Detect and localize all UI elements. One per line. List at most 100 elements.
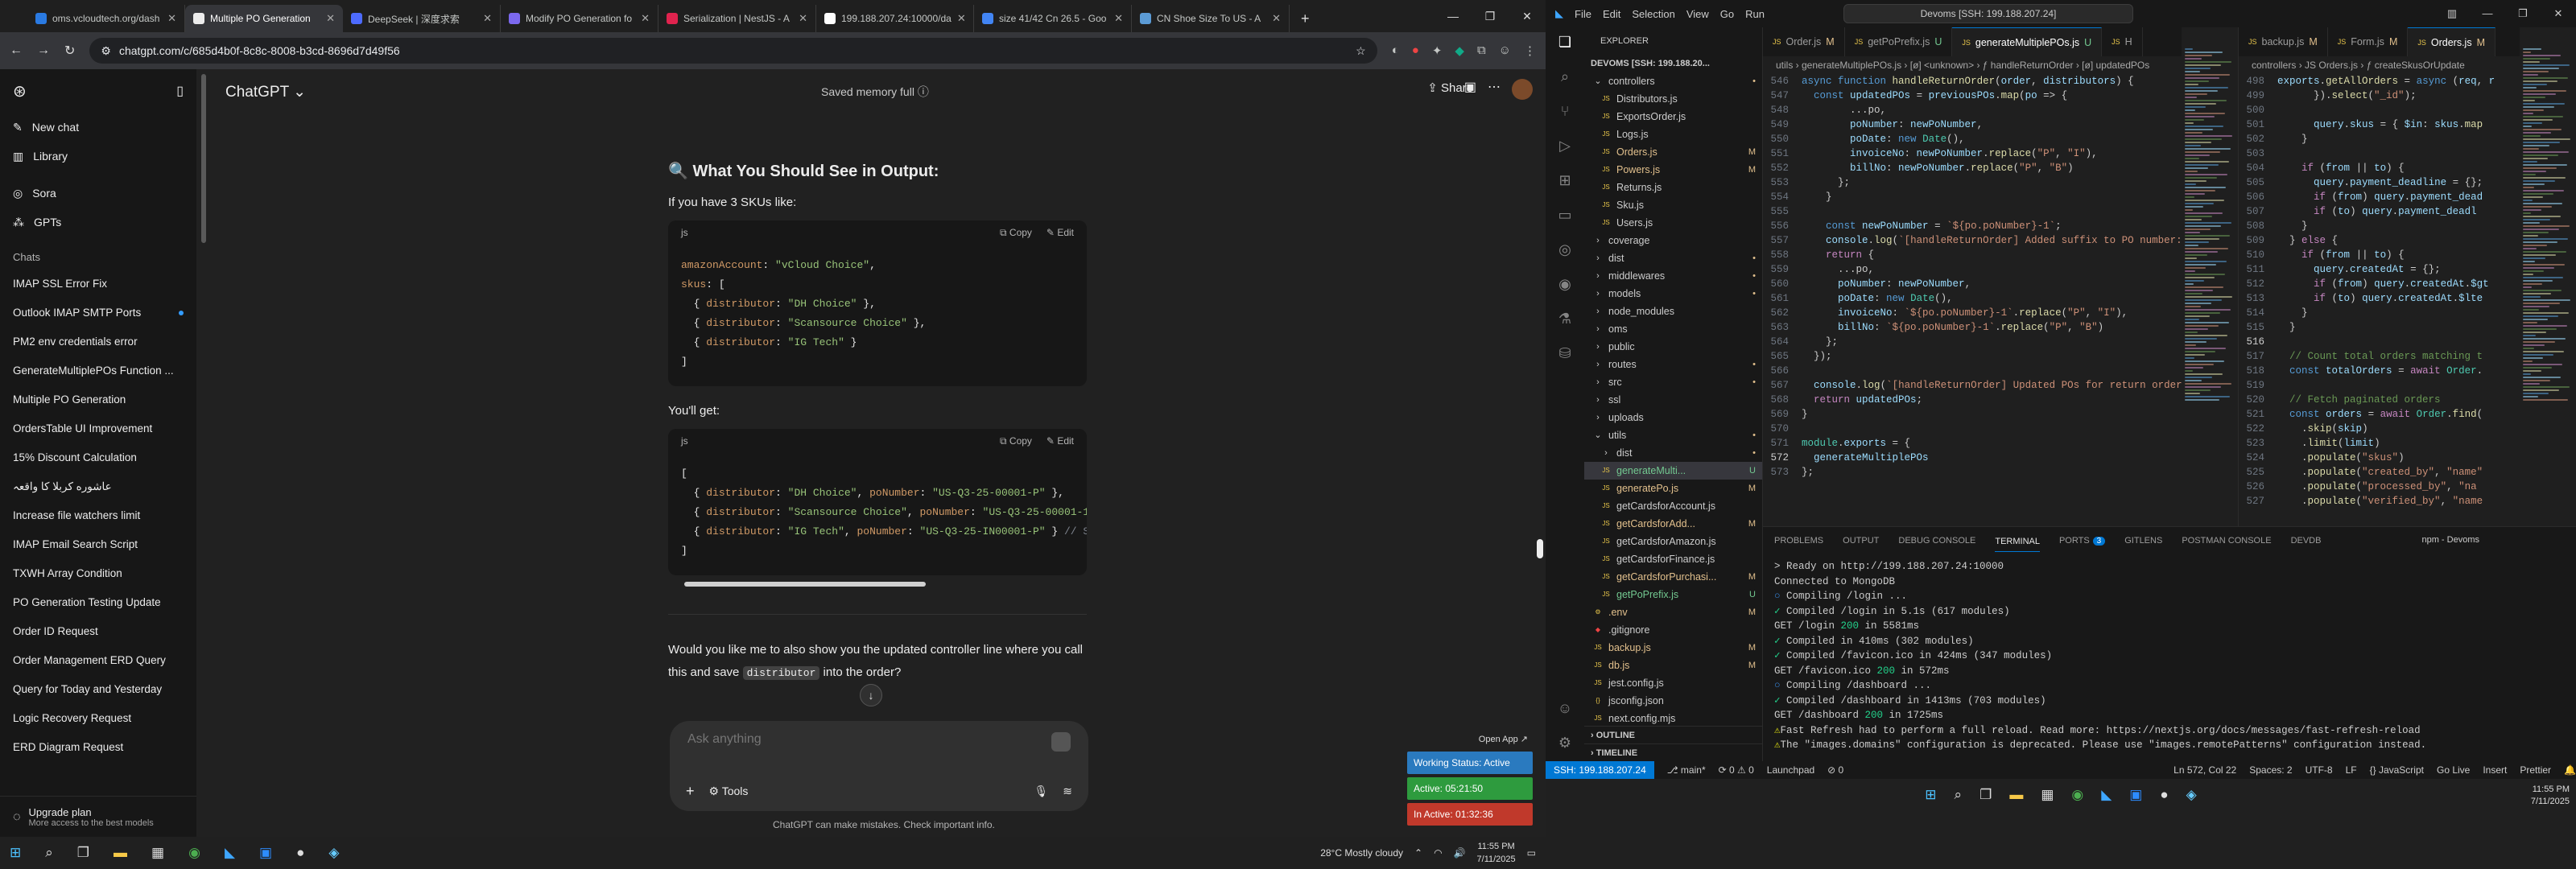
terminal-output[interactable]: > Ready on http://199.188.207.24:10000 C… [1763, 554, 2576, 758]
voice-mode-icon[interactable]: ≋ [1063, 785, 1072, 798]
source-control-icon[interactable]: ⑂ [1561, 103, 1570, 120]
minimize-button[interactable]: — [2470, 0, 2505, 27]
menu-run[interactable]: Run [1745, 8, 1765, 20]
status-item[interactable]: Insert [2483, 764, 2507, 776]
upgrade-plan-button[interactable]: ◌ Upgrade plan More access to the best m… [0, 796, 196, 838]
editor-tab[interactable]: JS generateMultiplePOs.js U [1952, 27, 2103, 56]
puzzle-icon[interactable]: ⧉ [1477, 43, 1486, 58]
editor-tab[interactable]: JS getPoPrefix.js U [1845, 27, 1953, 56]
tab-close-icon[interactable]: ✕ [641, 12, 650, 25]
outline-section[interactable]: › OUTLINE [1584, 726, 1763, 743]
maximize-button[interactable]: ❐ [2505, 0, 2541, 27]
vscode-icon[interactable]: ◣ [2101, 787, 2112, 803]
wifi-icon[interactable]: ◠ [1434, 847, 1442, 859]
chat-history-item[interactable]: عاشوره کربلا کا واقعہ [0, 472, 196, 501]
sidebar-scrollbar[interactable] [201, 74, 206, 243]
app-icon[interactable]: ◈ [328, 845, 339, 861]
zoom-icon[interactable]: ▣ [2129, 787, 2142, 803]
extension-icon[interactable]: ● [1412, 43, 1419, 58]
status-item[interactable]: Spaces: 2 [2249, 764, 2292, 776]
gitlens-icon[interactable]: ◎ [1558, 241, 1571, 258]
menu-selection[interactable]: Selection [1632, 8, 1674, 20]
model-selector[interactable]: ChatGPT ⌄ [225, 83, 306, 101]
status-item[interactable]: Prettier [2520, 764, 2551, 776]
profile-icon[interactable]: ☺ [1499, 43, 1511, 58]
openai-logo-icon[interactable]: ⊛ [13, 81, 27, 101]
editor-tab[interactable]: JS Form.js M [2328, 27, 2409, 56]
browser-tab[interactable]: 199.188.207.24:10000/da ✕ [816, 5, 974, 32]
bookmark-star-icon[interactable]: ☆ [1356, 44, 1366, 58]
file-item[interactable]: {} jsconfig.json [1584, 692, 1762, 710]
chat-history-item[interactable]: Order Management ERD Query [0, 646, 196, 675]
panel-tab-devdb[interactable]: DEVDB [2291, 536, 2322, 546]
chat-history-item[interactable]: PM2 env credentials error [0, 327, 196, 356]
chrome-icon[interactable]: ◉ [2071, 787, 2083, 803]
page-scrollbar[interactable] [1537, 539, 1543, 558]
folder-item[interactable]: › public [1584, 338, 1762, 356]
add-icon[interactable]: + [686, 783, 695, 800]
file-item[interactable]: JS getCardsforAdd... M [1584, 515, 1762, 533]
remote-explorer-icon[interactable]: ▭ [1558, 207, 1571, 224]
folder-item[interactable]: › dist • [1584, 249, 1762, 267]
open-app-link[interactable]: Open App ↗ [1407, 731, 1533, 748]
file-explorer-icon[interactable]: ▬ [114, 845, 127, 861]
minimize-button[interactable]: — [1435, 0, 1472, 32]
notification-bell-icon[interactable]: 🔔 [2564, 764, 2576, 776]
store-icon[interactable]: ▦ [2041, 787, 2054, 803]
tray-chevron-icon[interactable]: ⌃ [1414, 847, 1422, 859]
temporary-chat-icon[interactable]: ▣ [1464, 79, 1476, 100]
terminal-name[interactable]: npm - Devoms [2421, 535, 2479, 545]
close-sidebar-icon[interactable]: ▯ [176, 83, 184, 99]
file-item[interactable]: JS getCardsforAmazon.js [1584, 533, 1762, 550]
tab-close-icon[interactable]: ✕ [326, 12, 335, 25]
new-tab-icon[interactable]: + [1290, 5, 1321, 32]
tab-close-icon[interactable]: ✕ [483, 12, 492, 25]
close-button[interactable]: ✕ [1509, 0, 1546, 32]
memory-status[interactable]: Saved memory full ⓘ [821, 84, 929, 100]
chat-history-item[interactable]: IMAP Email Search Script [0, 530, 196, 559]
file-item[interactable]: JS ExportsOrder.js [1584, 108, 1762, 126]
app-icon[interactable]: ● [2160, 787, 2168, 803]
run-debug-icon[interactable]: ▷ [1559, 138, 1571, 154]
avatar[interactable] [1512, 79, 1533, 100]
clock[interactable]: 11:55 PM 7/11/2025 [1477, 840, 1516, 866]
chat-history-item[interactable]: Outlook IMAP SMTP Ports [0, 299, 196, 327]
status-item[interactable]: ⟳ 0 ⚠ 0 [1719, 764, 1754, 776]
status-item[interactable]: ⊘ 0 [1827, 764, 1843, 776]
menu-file[interactable]: File [1575, 8, 1591, 20]
tab-close-icon[interactable]: ✕ [167, 12, 176, 25]
clock[interactable]: 11:55 PM 7/11/2025 [2531, 784, 2570, 808]
sidebar-item-new-chat[interactable]: ✎ New chat [0, 113, 196, 142]
browser-tab[interactable]: Modify PO Generation fo ✕ [501, 5, 658, 32]
chat-history-item[interactable]: Order ID Request [0, 617, 196, 646]
reload-icon[interactable]: ↻ [64, 43, 75, 59]
sidebar-item-library[interactable]: ▥ Library [0, 142, 196, 171]
chat-history-item[interactable]: OrdersTable UI Improvement [0, 414, 196, 443]
file-item[interactable]: JS Returns.js [1584, 179, 1762, 196]
minimap[interactable] [2182, 47, 2238, 497]
status-item[interactable]: LF [2346, 764, 2357, 776]
code-lines[interactable]: 546 async function handleReturnOrder(orde… [1763, 74, 2182, 480]
tab-close-icon[interactable]: ✕ [957, 12, 966, 25]
panel-tab-output[interactable]: OUTPUT [1843, 536, 1879, 546]
vscode-icon[interactable]: ◣ [225, 845, 235, 861]
windows-start-icon[interactable]: ⊞ [10, 845, 21, 861]
folder-item[interactable]: › coverage [1584, 232, 1762, 249]
zoom-icon[interactable]: ▣ [259, 845, 272, 861]
url-field[interactable]: ⚙ chatgpt.com/c/685d4b0f-8c8c-8008-b3cd-… [89, 38, 1377, 64]
status-item[interactable]: Launchpad [1767, 764, 1814, 776]
panel-tab-postman-console[interactable]: POSTMAN CONSOLE [2182, 536, 2271, 546]
menu-dots-icon[interactable]: ⋮ [1524, 43, 1536, 58]
back-icon[interactable]: ← [10, 43, 23, 58]
file-item[interactable]: JS jest.config.js [1584, 674, 1762, 692]
extensions-icon[interactable]: ⊞ [1558, 172, 1571, 189]
file-item[interactable]: JS getCardsforAccount.js [1584, 497, 1762, 515]
editor-tab[interactable]: JS Orders.js M [2408, 27, 2496, 56]
browser-tab[interactable]: DeepSeek | 深度求索 ✕ [343, 5, 501, 32]
panel-tab-ports[interactable]: PORTS 3 [2059, 536, 2106, 546]
panel-tab-problems[interactable]: PROBLEMS [1774, 536, 1823, 546]
postman-icon[interactable]: ◉ [1558, 276, 1571, 293]
prompt-input[interactable] [687, 732, 1026, 747]
panel-tab-gitlens[interactable]: GITLENS [2124, 536, 2162, 546]
folder-item[interactable]: › ssl [1584, 391, 1762, 409]
